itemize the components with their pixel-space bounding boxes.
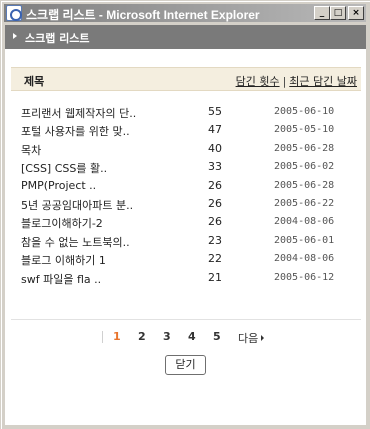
page-link-3[interactable]: 3	[163, 330, 171, 343]
row-count: 21	[208, 270, 222, 284]
row-date: 2005-06-02	[274, 161, 335, 173]
row-count: 26	[208, 196, 222, 210]
bullet-arrow-icon	[13, 33, 17, 39]
close-button[interactable]: 닫기	[165, 355, 206, 375]
row-count: 22	[208, 252, 222, 266]
row-date: 2005-06-12	[274, 271, 335, 283]
table-row: [CSS] CSS를 활.. 33 2005-06-02	[11, 158, 361, 176]
row-date: 2005-06-28	[274, 179, 335, 191]
row-title-link[interactable]: 참을 수 없는 노트북의..	[21, 234, 201, 250]
row-title-link[interactable]: 목차	[21, 142, 201, 158]
row-title-link[interactable]: 블로그이해하기-2	[21, 215, 201, 231]
row-count: 33	[208, 160, 222, 174]
row-title-link[interactable]: 포털 사용자를 위한 맞..	[21, 123, 201, 139]
row-title-link[interactable]: 프리랜서 웹제작자의 단..	[21, 105, 201, 121]
row-date: 2005-06-10	[274, 106, 335, 117]
minimize-button[interactable]: _	[314, 6, 330, 20]
row-count: 26	[208, 178, 222, 192]
page-link-1[interactable]: 1	[113, 330, 121, 343]
row-date: 2005-06-22	[274, 197, 335, 209]
table-row: 5년 공공임대아파트 분.. 26 2005-06-22	[11, 195, 361, 213]
next-page-link[interactable]: 다음	[238, 330, 265, 346]
sort-links: 담긴 횟수 | 최근 담긴 날짜	[236, 73, 357, 89]
list-divider	[11, 319, 361, 320]
chevron-right-icon	[261, 335, 265, 341]
ie-icon	[6, 5, 22, 21]
title-bar[interactable]: 스크랩 리스트 - Microsoft Internet Explorer _ …	[4, 4, 366, 22]
row-count: 26	[208, 215, 222, 229]
row-count: 40	[208, 141, 222, 155]
pagination-separator	[102, 331, 103, 343]
row-title-link[interactable]: swf 파일을 fla ..	[21, 271, 201, 287]
row-title-link[interactable]: 5년 공공임대아파트 분..	[21, 197, 201, 213]
page-link-2[interactable]: 2	[138, 330, 146, 343]
scrap-list-header: 스크랩 리스트	[5, 25, 366, 49]
page-title: 스크랩 리스트	[25, 32, 90, 45]
table-row: PMP(Project .. 26 2005-06-28	[11, 177, 361, 195]
scrap-list: 프리랜서 웹제작자의 단.. 55 2005-06-10 포털 사용자를 위한 …	[11, 103, 361, 287]
window-title: 스크랩 리스트 - Microsoft Internet Explorer	[26, 8, 260, 22]
table-header: 제목 담긴 횟수 | 최근 담긴 날짜	[11, 67, 361, 91]
row-date: 2004-08-06	[274, 253, 335, 265]
next-page-label: 다음	[238, 332, 259, 345]
row-title-link[interactable]: 블로그 이해하기 1	[21, 252, 201, 268]
row-date: 2005-06-28	[274, 142, 335, 154]
close-window-button[interactable]: ×	[348, 6, 364, 20]
table-row: 프리랜서 웹제작자의 단.. 55 2005-06-10	[11, 103, 361, 121]
sort-separator: |	[282, 75, 287, 88]
table-row: 참을 수 없는 노트북의.. 23 2005-06-01	[11, 232, 361, 250]
page-link-5[interactable]: 5	[213, 330, 221, 343]
browser-window: 스크랩 리스트 - Microsoft Internet Explorer _ …	[0, 0, 370, 429]
sort-by-count-link[interactable]: 담긴 횟수	[236, 75, 280, 88]
row-date: 2004-08-06	[274, 216, 335, 228]
row-date: 2005-06-01	[274, 234, 335, 246]
page-link-4[interactable]: 4	[188, 330, 196, 343]
table-row: 목차 40 2005-06-28	[11, 140, 361, 158]
page-content: 스크랩 리스트 제목 담긴 횟수 | 최근 담긴 날짜 프리랜서 웹제작자의 단..…	[5, 25, 366, 425]
row-date: 2005-05-10	[274, 124, 335, 136]
sort-by-date-link[interactable]: 최근 담긴 날짜	[289, 75, 357, 88]
table-row: swf 파일을 fla .. 21 2005-06-12	[11, 269, 361, 287]
row-count: 23	[208, 233, 222, 247]
row-count: 47	[208, 123, 222, 137]
table-row: 블로그 이해하기 1 22 2004-08-06	[11, 250, 361, 268]
table-row: 포털 사용자를 위한 맞.. 47 2005-05-10	[11, 121, 361, 139]
row-count: 55	[208, 105, 222, 118]
row-title-link[interactable]: PMP(Project ..	[21, 179, 201, 192]
maximize-button[interactable]: □	[330, 6, 346, 20]
column-title-label: 제목	[24, 75, 45, 88]
row-title-link[interactable]: [CSS] CSS를 활..	[21, 160, 201, 176]
table-row: 블로그이해하기-2 26 2004-08-06	[11, 213, 361, 231]
